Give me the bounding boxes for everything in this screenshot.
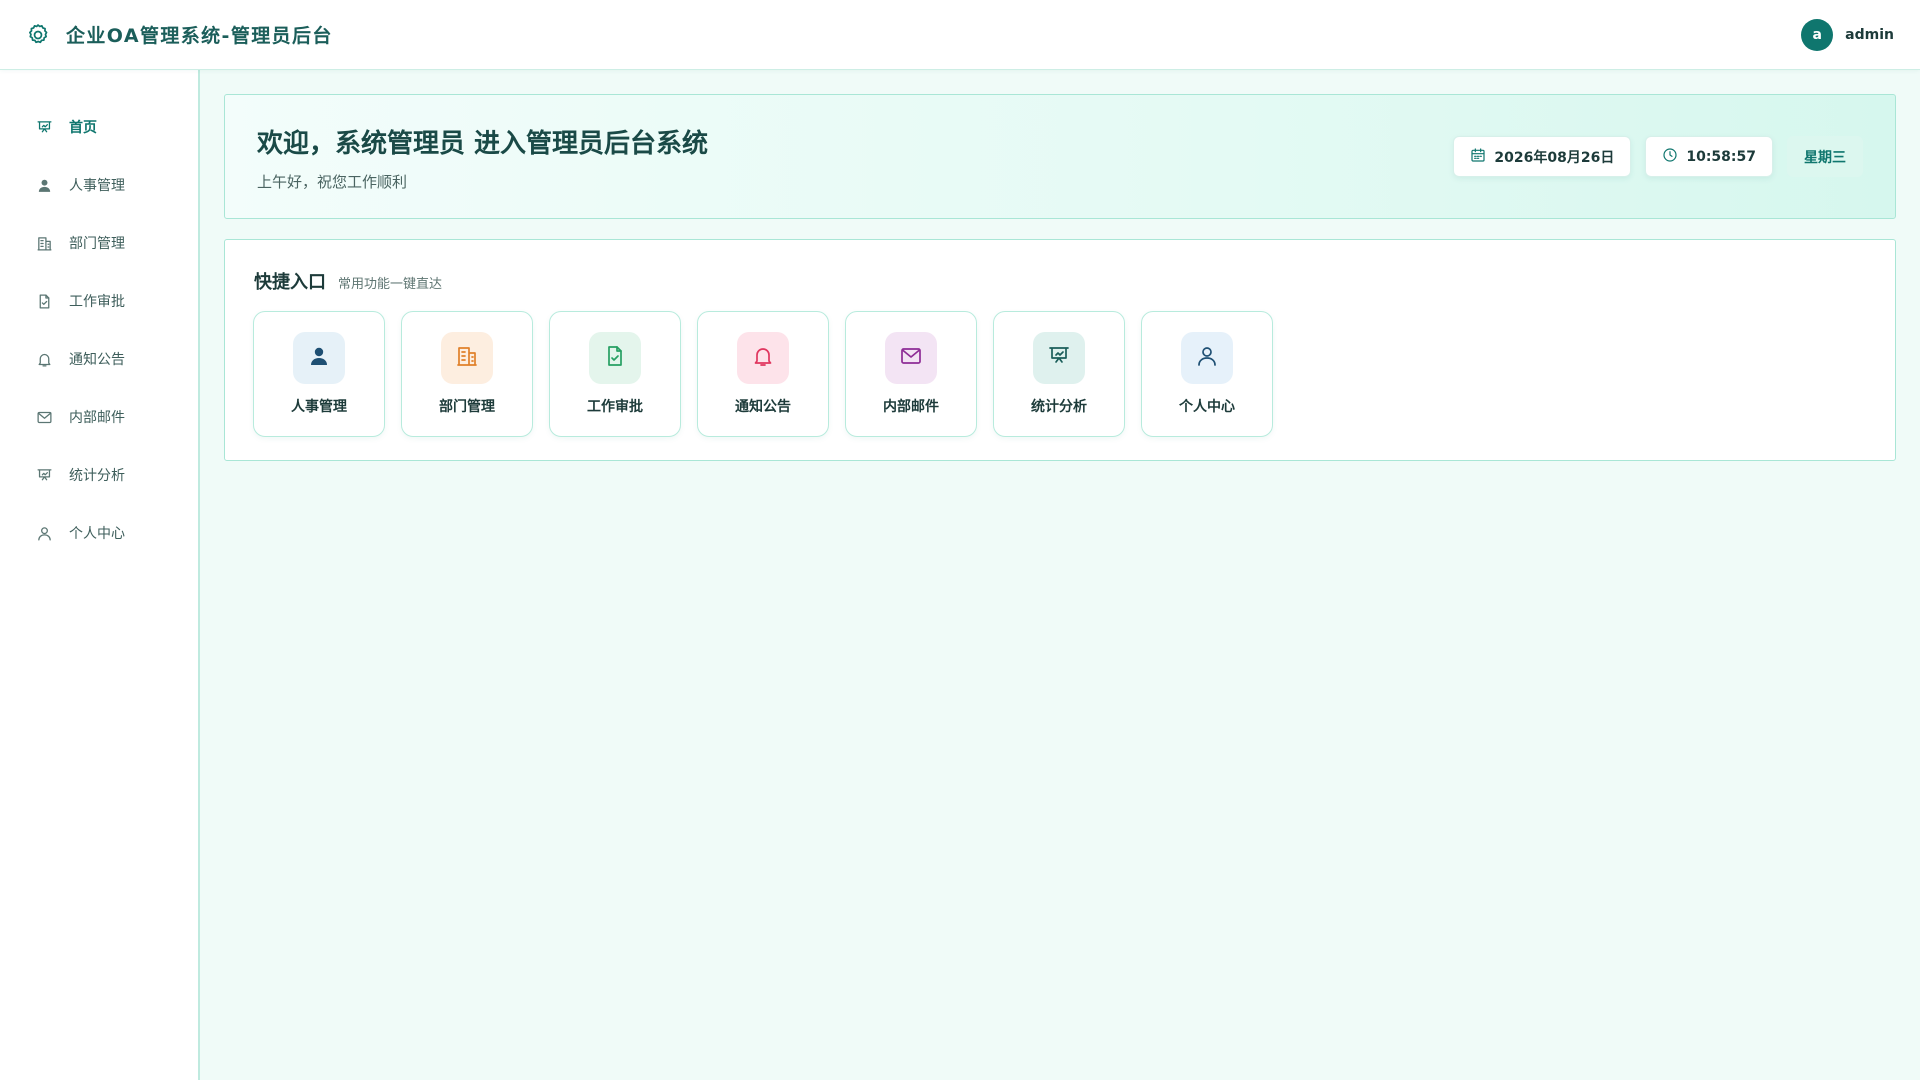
welcome-subtitle: 上午好，祝您工作顺利 bbox=[257, 173, 408, 191]
quick-icon-bg bbox=[885, 332, 937, 384]
quick-entry-panel: 快捷入口 常用功能一键直达 人事管理 部门管理 工作审批 通知公告 内部邮件 统… bbox=[224, 239, 1896, 461]
time-text: 10:58:57 bbox=[1686, 148, 1756, 165]
sidebar-item-label: 部门管理 bbox=[69, 236, 125, 252]
quick-card-label: 工作审批 bbox=[587, 399, 643, 415]
user-menu[interactable]: a admin bbox=[1801, 18, 1894, 51]
bell-icon bbox=[36, 351, 53, 368]
sidebar-item-label: 统计分析 bbox=[69, 468, 125, 484]
quick-card-profile[interactable]: 个人中心 bbox=[1141, 311, 1273, 437]
datetime-panel: 2026年08月26日 10:58:57 星期三 bbox=[1453, 136, 1863, 177]
quick-card-notice[interactable]: 通知公告 bbox=[697, 311, 829, 437]
quick-card-label: 个人中心 bbox=[1179, 399, 1235, 415]
quick-card-label: 人事管理 bbox=[291, 399, 347, 415]
sidebar-item-home[interactable]: 首页 bbox=[0, 98, 198, 156]
sidebar-item-label: 内部邮件 bbox=[69, 410, 125, 426]
quick-icon-bg bbox=[441, 332, 493, 384]
bell-icon bbox=[751, 344, 775, 372]
quick-entry-subtitle: 常用功能一键直达 bbox=[338, 277, 443, 292]
brand: 企业OA管理系统-管理员后台 bbox=[24, 21, 333, 49]
sidebar-item-label: 人事管理 bbox=[69, 178, 125, 194]
document-check-icon bbox=[36, 293, 53, 310]
quick-card-mail[interactable]: 内部邮件 bbox=[845, 311, 977, 437]
presentation-chart-icon bbox=[36, 119, 53, 136]
quick-card-hr[interactable]: 人事管理 bbox=[253, 311, 385, 437]
quick-card-statistics[interactable]: 统计分析 bbox=[993, 311, 1125, 437]
user-outline-icon bbox=[36, 525, 53, 542]
quick-entry-header: 快捷入口 常用功能一键直达 bbox=[254, 268, 442, 294]
quick-card-label: 统计分析 bbox=[1031, 399, 1087, 415]
sidebar: 首页 人事管理 部门管理 工作审批 通知公告 内部邮件 统计分析 个人中心 bbox=[0, 70, 200, 1080]
app-title: 企业OA管理系统-管理员后台 bbox=[66, 25, 333, 47]
weekday-chip: 星期三 bbox=[1787, 136, 1863, 177]
quick-entry-title: 快捷入口 bbox=[254, 272, 326, 293]
gear-icon[interactable] bbox=[24, 21, 52, 49]
top-bar: 企业OA管理系统-管理员后台 a admin bbox=[0, 0, 1920, 70]
sidebar-item-statistics[interactable]: 统计分析 bbox=[0, 446, 198, 504]
time-chip: 10:58:57 bbox=[1645, 136, 1773, 177]
user-filled-icon bbox=[307, 344, 331, 372]
building-icon bbox=[455, 344, 479, 372]
sidebar-item-profile[interactable]: 个人中心 bbox=[0, 504, 198, 562]
quick-card-label: 内部邮件 bbox=[883, 399, 939, 415]
sidebar-item-mail[interactable]: 内部邮件 bbox=[0, 388, 198, 446]
sidebar-item-approval[interactable]: 工作审批 bbox=[0, 272, 198, 330]
quick-card-label: 部门管理 bbox=[439, 399, 495, 415]
sidebar-item-hr[interactable]: 人事管理 bbox=[0, 156, 198, 214]
quick-entry-grid: 人事管理 部门管理 工作审批 通知公告 内部邮件 统计分析 个人中心 bbox=[253, 311, 1273, 437]
presentation-chart-icon bbox=[36, 467, 53, 484]
quick-icon-bg bbox=[1181, 332, 1233, 384]
welcome-banner: 欢迎，系统管理员 进入管理员后台系统 上午好，祝您工作顺利 2026年08月26… bbox=[224, 94, 1896, 219]
quick-icon-bg bbox=[1033, 332, 1085, 384]
date-text: 2026年08月26日 bbox=[1494, 149, 1615, 166]
sidebar-item-notice[interactable]: 通知公告 bbox=[0, 330, 198, 388]
quick-card-approval[interactable]: 工作审批 bbox=[549, 311, 681, 437]
mail-icon bbox=[36, 409, 53, 426]
quick-icon-bg bbox=[737, 332, 789, 384]
presentation-chart-icon bbox=[1047, 344, 1071, 372]
sidebar-item-label: 通知公告 bbox=[69, 352, 125, 368]
clock-icon bbox=[1662, 147, 1678, 167]
date-chip: 2026年08月26日 bbox=[1453, 136, 1632, 177]
weekday-text: 星期三 bbox=[1804, 149, 1846, 166]
calendar-icon bbox=[1470, 147, 1486, 167]
quick-icon-bg bbox=[293, 332, 345, 384]
avatar[interactable]: a bbox=[1801, 18, 1834, 51]
welcome-title: 欢迎，系统管理员 进入管理员后台系统 bbox=[257, 129, 709, 159]
building-icon bbox=[36, 235, 53, 252]
quick-card-department[interactable]: 部门管理 bbox=[401, 311, 533, 437]
quick-icon-bg bbox=[589, 332, 641, 384]
sidebar-item-label: 工作审批 bbox=[69, 294, 125, 310]
user-filled-icon bbox=[36, 177, 53, 194]
sidebar-item-label: 首页 bbox=[69, 120, 97, 136]
user-outline-icon bbox=[1195, 344, 1219, 372]
sidebar-item-label: 个人中心 bbox=[69, 526, 125, 542]
document-check-icon bbox=[603, 344, 627, 372]
mail-icon bbox=[899, 344, 923, 372]
username[interactable]: admin bbox=[1845, 27, 1894, 43]
sidebar-item-department[interactable]: 部门管理 bbox=[0, 214, 198, 272]
quick-card-label: 通知公告 bbox=[735, 399, 791, 415]
